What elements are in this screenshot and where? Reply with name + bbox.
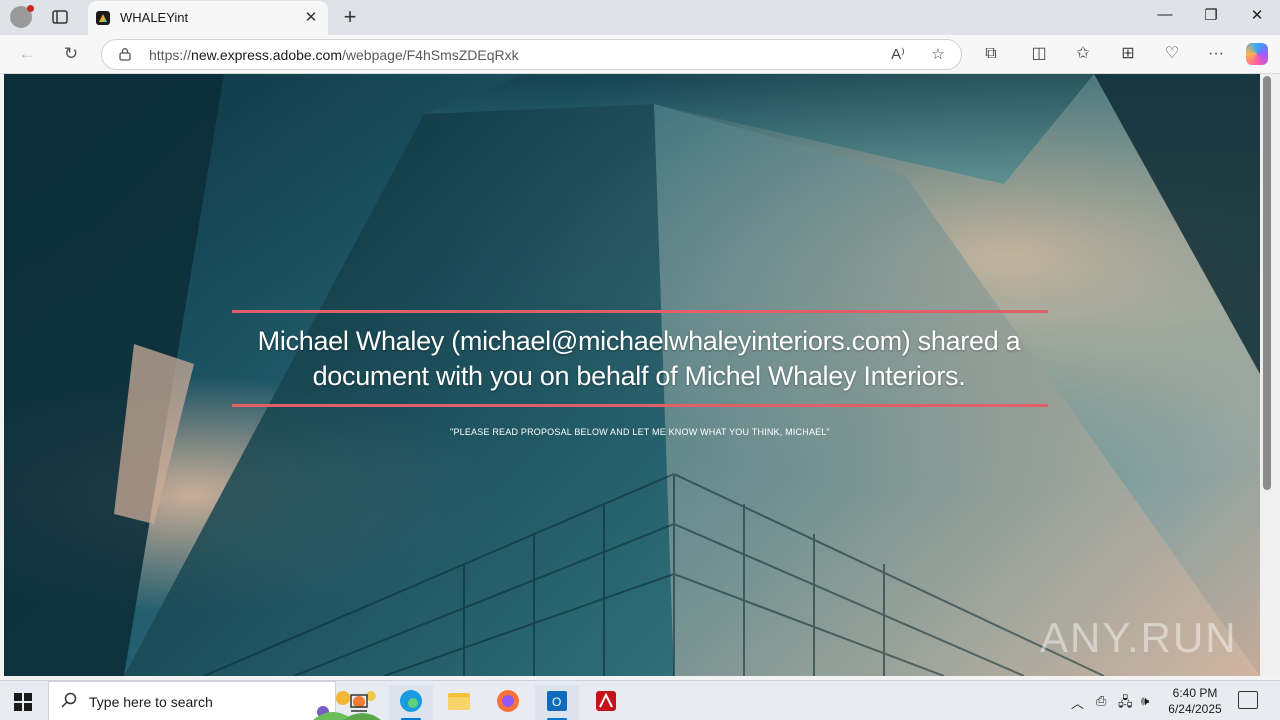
tab-active[interactable]: WHALEYint ✕ [88,1,328,35]
tab-actions-icon[interactable] [50,7,70,27]
close-window-button[interactable]: ✕ [1234,6,1280,24]
copilot-icon[interactable] [1246,43,1268,65]
profile-notification-dot [27,5,34,12]
outlook-icon[interactable]: O [535,685,579,720]
headline-bottom-rule [232,404,1048,407]
file-explorer-icon[interactable] [437,685,481,720]
back-icon[interactable]: ← [16,43,38,65]
page-subline: "PLEASE READ PROPOSAL BELOW AND LET ME K… [450,427,830,437]
tab-title: WHALEYint [120,10,189,25]
firefox-icon[interactable] [486,685,530,720]
tab-strip: WHALEYint ✕ + — ❐ ✕ [0,0,1280,35]
taskbar: Type here to search O ︿ ⎙ 🖧 🕪 6:40 PM 6/… [0,680,1280,720]
favorites-icon[interactable]: ✩ [1072,43,1094,65]
browser-toolbar: ← ↻ https://new.express.adobe.com/webpag… [0,35,1280,74]
clock-date: 6/24/2025 [1168,702,1222,716]
notification-icon[interactable] [1238,691,1258,709]
extensions-icon[interactable]: ⧉ [980,43,1002,65]
windows-start-icon[interactable] [14,693,32,711]
url-text[interactable]: https://new.express.adobe.com/webpage/F4… [149,47,519,63]
edge-icon[interactable] [389,685,433,720]
split-screen-icon[interactable]: ◫ [1028,43,1050,65]
browser-essentials-icon[interactable]: ♡ [1161,43,1183,65]
acrobat-icon[interactable] [584,685,628,720]
address-bar[interactable]: https://new.express.adobe.com/webpage/F4… [101,39,962,70]
read-aloud-icon[interactable]: A⁾ [888,45,908,65]
watermark-logo: ANY.RUN [1040,614,1238,661]
star-icon[interactable]: ☆ [928,45,948,65]
chevron-up-icon[interactable]: ︿ [1071,693,1084,712]
lock-icon[interactable] [118,47,132,61]
meet-now-icon[interactable]: ⎙ [1096,693,1106,709]
search-placeholder: Type here to search [89,694,213,710]
refresh-icon[interactable]: ↻ [60,43,82,65]
volume-icon[interactable]: 🕪 [1141,693,1149,709]
task-view-icon[interactable] [337,685,381,720]
more-icon[interactable]: ··· [1205,43,1227,65]
taskbar-search-box[interactable]: Type here to search [48,681,381,720]
scrollbar-thumb[interactable] [1263,76,1271,490]
clock-time: 6:40 PM [1172,686,1218,700]
svg-text:O: O [552,695,561,709]
headline-top-rule [232,310,1048,313]
network-icon[interactable]: 🖧 [1118,693,1133,715]
page-headline: Michael Whaley (michael@michaelwhaleyint… [257,326,1021,391]
page-scrollbar[interactable] [1260,74,1280,676]
minimize-button[interactable]: — [1142,6,1188,23]
page-hero: Michael Whaley (michael@michaelwhaleyint… [4,74,1260,676]
adobe-express-favicon-icon [96,11,110,25]
restore-button[interactable]: ❐ [1188,6,1234,24]
plus-icon[interactable]: + [340,4,360,30]
collections-icon[interactable]: ⊞ [1117,43,1139,65]
close-icon[interactable]: ✕ [302,8,320,26]
search-icon [61,692,77,708]
taskbar-clock[interactable]: 6:40 PM 6/24/2025 [1160,685,1230,717]
